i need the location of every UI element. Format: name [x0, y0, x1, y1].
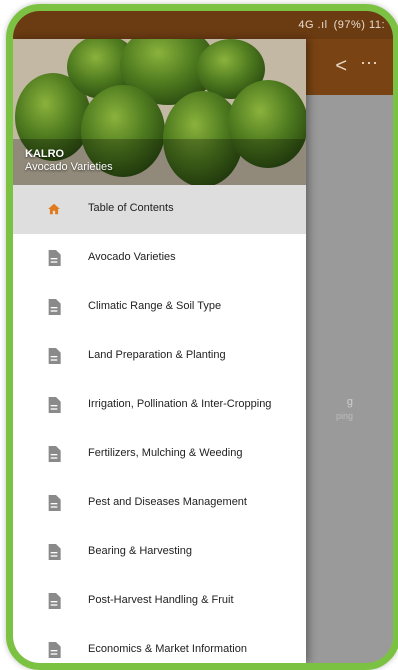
document-icon [42, 638, 66, 662]
phone-frame: 4G .ıl (97%) 11: < ⋯ g ping KALRO Avocad… [6, 4, 398, 670]
menu-item-label: Irrigation, Pollination & Inter-Cropping [88, 398, 272, 410]
menu-item-label: Avocado Varieties [88, 251, 176, 263]
menu-item-avocado-varieties[interactable]: Avocado Varieties [13, 234, 306, 283]
menu-item-bearing-harvesting[interactable]: Bearing & Harvesting [13, 528, 306, 577]
document-icon [42, 344, 66, 368]
document-icon [42, 246, 66, 270]
menu-item-label: Land Preparation & Planting [88, 349, 226, 361]
status-bar: 4G .ıl (97%) 11: [13, 11, 393, 39]
more-options-icon[interactable]: ⋯ [360, 53, 379, 74]
menu-item-label: Economics & Market Information [88, 643, 247, 655]
menu-item-label: Table of Contents [88, 202, 174, 214]
menu-item-table-of-contents[interactable]: Table of Contents [13, 185, 306, 234]
background-partial-text: g [346, 396, 353, 408]
home-icon [42, 197, 66, 221]
drawer-menu: Table of Contents Avocado Varieties Clim… [13, 185, 306, 663]
document-icon [42, 589, 66, 613]
menu-item-label: Bearing & Harvesting [88, 545, 192, 557]
drawer-header-subtitle: Avocado Varieties [25, 161, 113, 173]
menu-item-climatic-range[interactable]: Climatic Range & Soil Type [13, 283, 306, 332]
signal-indicator: 4G .ıl [298, 19, 328, 31]
document-icon [42, 540, 66, 564]
background-partial-subtext: ping [335, 411, 353, 421]
document-icon [42, 491, 66, 515]
menu-item-label: Pest and Diseases Management [88, 496, 247, 508]
drawer-header: KALRO Avocado Varieties [13, 39, 306, 185]
menu-item-irrigation[interactable]: Irrigation, Pollination & Inter-Cropping [13, 381, 306, 430]
menu-item-fertilizers[interactable]: Fertilizers, Mulching & Weeding [13, 430, 306, 479]
menu-item-label: Fertilizers, Mulching & Weeding [88, 447, 243, 459]
navigation-drawer: KALRO Avocado Varieties Table of Content… [13, 39, 306, 663]
menu-item-economics[interactable]: Economics & Market Information [13, 626, 306, 663]
document-icon [42, 393, 66, 417]
menu-item-land-preparation[interactable]: Land Preparation & Planting [13, 332, 306, 381]
menu-item-pest-diseases[interactable]: Pest and Diseases Management [13, 479, 306, 528]
menu-item-post-harvest[interactable]: Post-Harvest Handling & Fruit [13, 577, 306, 626]
menu-item-label: Post-Harvest Handling & Fruit [88, 594, 234, 606]
document-icon [42, 442, 66, 466]
share-icon[interactable]: < [335, 55, 347, 78]
battery-time: (97%) 11: [333, 19, 385, 31]
menu-item-label: Climatic Range & Soil Type [88, 300, 222, 312]
document-icon [42, 295, 66, 319]
drawer-header-title: KALRO [25, 148, 65, 160]
